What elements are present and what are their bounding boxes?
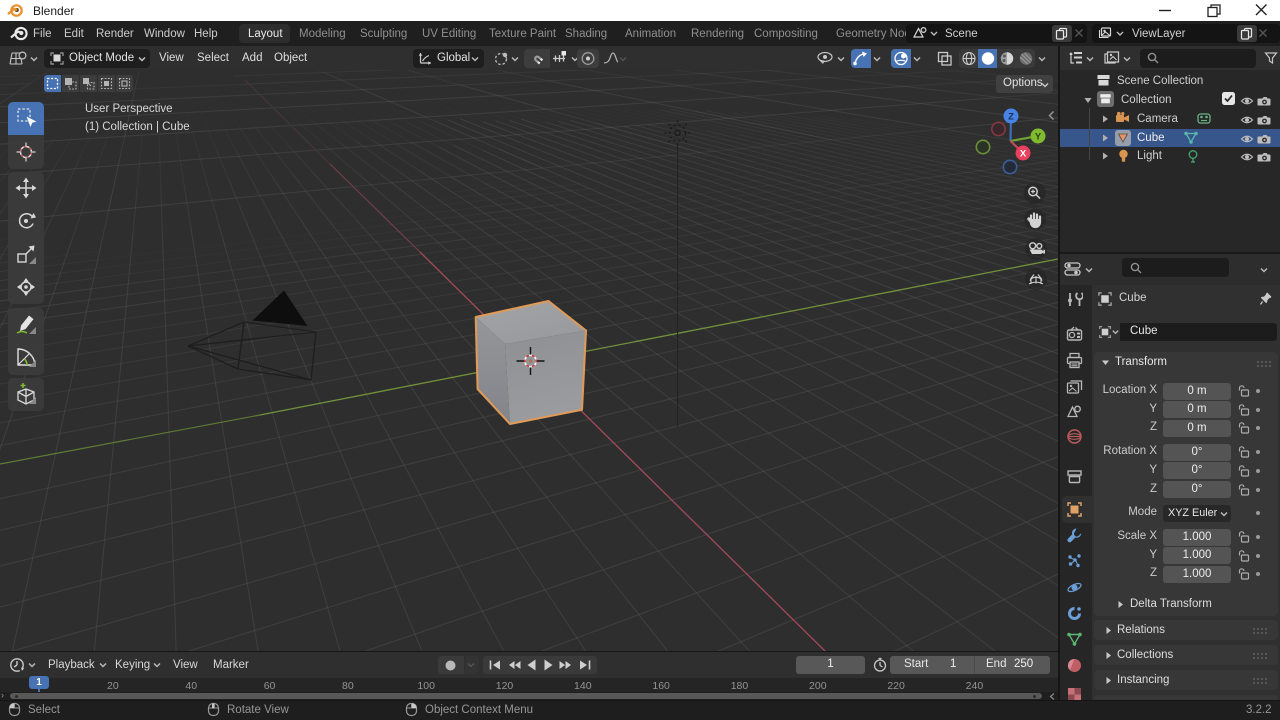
svg-text:Y: Y	[1035, 132, 1042, 143]
svg-text:Z: Z	[1008, 112, 1014, 123]
svg-text:X: X	[1020, 149, 1027, 160]
